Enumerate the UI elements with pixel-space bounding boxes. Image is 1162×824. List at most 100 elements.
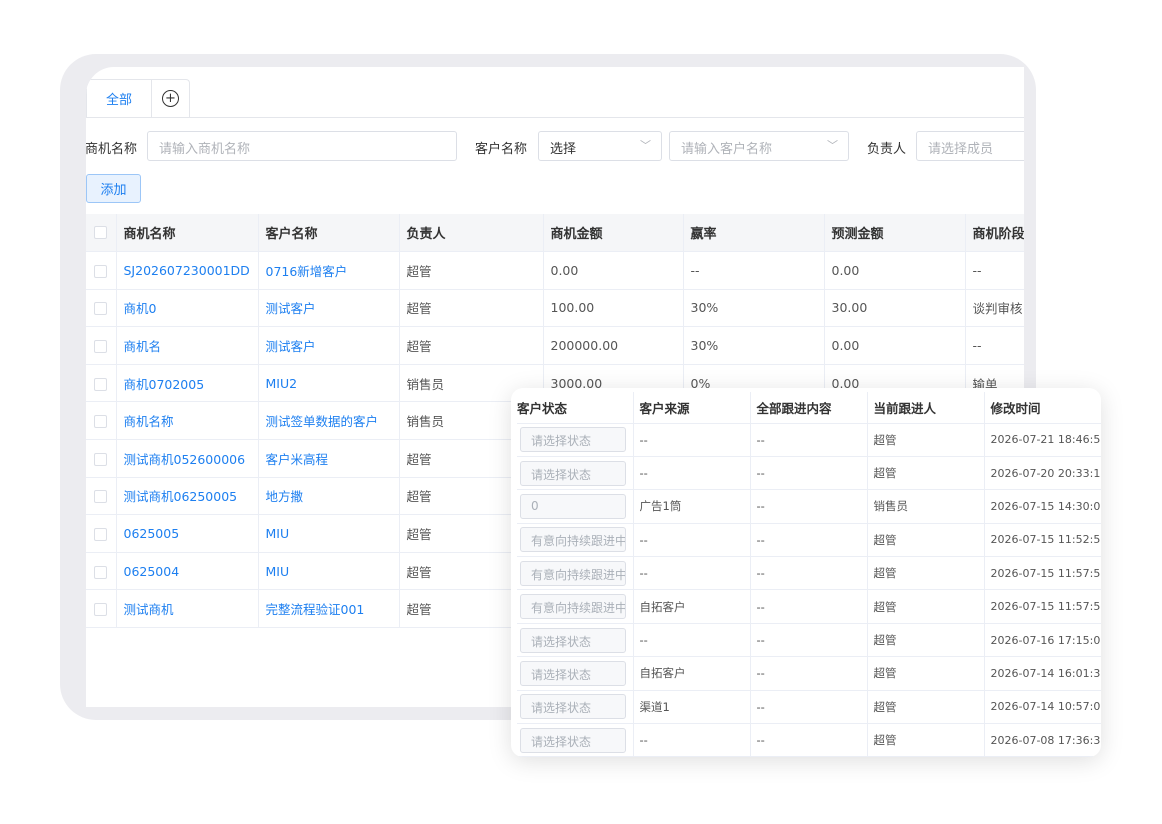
current-follower-cell: 超管 <box>867 423 985 457</box>
source-cell: 自拓客户 <box>633 589 751 624</box>
column-header: 当前跟进人 <box>867 392 985 424</box>
status-cell: 请选择状态 <box>517 623 634 658</box>
customer-name-link[interactable]: MIU <box>258 552 400 591</box>
owner-cell: 超管 <box>399 326 544 365</box>
add-tab-button[interactable]: + <box>152 79 190 117</box>
followup-content-cell: -- <box>750 423 868 457</box>
status-select[interactable]: 请选择状态 <box>520 627 626 653</box>
followup-content-cell: -- <box>750 556 868 591</box>
opp-name-link[interactable]: 0625005 <box>116 514 259 553</box>
table-row[interactable]: SJ202607230001DD 0716新增客户 超管 0.00 -- 0.00 -- <box>86 251 1024 290</box>
status-select[interactable]: 有意向持续跟进中 <box>520 527 626 553</box>
modified-time-cell: 2026-07-14 10:57:08 <box>984 690 1101 725</box>
modified-time-cell: 2026-07-15 11:57:55 <box>984 556 1101 591</box>
opp-name-link[interactable]: 测试商机06250005 <box>116 477 259 516</box>
customer-name-link[interactable]: 0716新增客户 <box>258 251 400 290</box>
customer-name-placeholder: 请输入客户名称 <box>681 142 773 157</box>
row-checkbox[interactable] <box>86 364 117 403</box>
customer-name-link[interactable]: 地方撒 <box>258 477 400 516</box>
tab-bar: 全部 + <box>86 79 190 117</box>
customer-name-link[interactable]: 客户米高程 <box>258 439 400 478</box>
opp-name-input[interactable]: 请输入商机名称 <box>147 131 457 161</box>
status-select[interactable]: 有意向持续跟进中 <box>520 560 626 586</box>
table-row: 有意向持续跟进中 自拓客户 -- 超管 2026-07-15 11:57:52 <box>517 589 1101 624</box>
customer-name-link[interactable]: 完整流程验证001 <box>258 589 400 629</box>
followup-content-cell: -- <box>750 489 868 524</box>
customer-name-link[interactable]: 测试客户 <box>258 289 400 328</box>
row-checkbox[interactable] <box>86 289 117 328</box>
current-follower-cell: 销售员 <box>867 489 985 524</box>
opp-name-link[interactable]: 商机0 <box>116 289 259 328</box>
status-cell: 请选择状态 <box>517 656 634 691</box>
customer-name-link[interactable]: 测试客户 <box>258 326 400 365</box>
row-checkbox[interactable] <box>86 477 117 516</box>
row-checkbox[interactable] <box>86 251 117 290</box>
amount-cell: 200000.00 <box>543 326 684 365</box>
status-select[interactable]: 请选择状态 <box>520 727 626 753</box>
opp-name-link[interactable]: 测试商机052600006 <box>116 439 259 478</box>
row-checkbox[interactable] <box>86 326 117 365</box>
modified-time-cell: 2026-07-15 11:57:52 <box>984 589 1101 624</box>
source-cell: -- <box>633 423 751 457</box>
opp-name-link[interactable]: 商机0702005 <box>116 364 259 403</box>
column-header: 负责人 <box>399 214 544 253</box>
modified-time-cell: 2026-07-21 18:46:57 <box>984 423 1101 457</box>
table-header-row: 客户状态 客户来源 全部跟进内容 当前跟进人 修改时间 <box>517 392 1101 424</box>
column-header: 商机金额 <box>543 214 684 253</box>
opp-name-link[interactable]: SJ202607230001DD <box>116 251 259 290</box>
modified-time-cell: 2026-07-15 14:30:02 <box>984 489 1101 524</box>
status-select[interactable]: 请选择状态 <box>520 460 626 486</box>
modified-time-cell: 2026-07-16 17:15:00 <box>984 623 1101 658</box>
status-select[interactable]: 请选择状态 <box>520 427 626 453</box>
status-select[interactable]: 请选择状态 <box>520 694 626 720</box>
opp-name-link[interactable]: 商机名称 <box>116 401 259 441</box>
row-checkbox[interactable] <box>86 401 117 441</box>
row-checkbox[interactable] <box>86 552 117 591</box>
current-follower-cell: 超管 <box>867 690 985 725</box>
followup-content-cell: -- <box>750 589 868 624</box>
followup-content-cell: -- <box>750 690 868 725</box>
modified-time-cell: 2026-07-08 17:36:38 <box>984 723 1101 757</box>
table-row: 请选择状态 自拓客户 -- 超管 2026-07-14 16:01:33 <box>517 656 1101 691</box>
select-all-checkbox[interactable] <box>86 214 117 253</box>
status-cell: 0 <box>517 489 634 524</box>
owner-select[interactable]: 请选择成员 <box>916 131 1024 161</box>
source-cell: -- <box>633 556 751 591</box>
followup-content-cell: -- <box>750 456 868 491</box>
table-row[interactable]: 商机0 测试客户 超管 100.00 30% 30.00 谈判审核 <box>86 289 1024 328</box>
row-checkbox[interactable] <box>86 589 117 629</box>
status-select[interactable]: 有意向持续跟进中 <box>520 594 626 620</box>
column-header: 客户状态 <box>517 392 634 424</box>
win-rate-cell: 30% <box>683 326 825 365</box>
customer-name-link[interactable]: MIU <box>258 514 400 553</box>
opp-name-link[interactable]: 0625004 <box>116 552 259 591</box>
current-follower-cell: 超管 <box>867 556 985 591</box>
amount-cell: 100.00 <box>543 289 684 328</box>
customer-name-link[interactable]: MIU2 <box>258 364 400 403</box>
status-select[interactable]: 0 <box>520 493 626 519</box>
opp-name-link[interactable]: 测试商机 <box>116 589 259 629</box>
customer-followup-table: 客户状态 客户来源 全部跟进内容 当前跟进人 修改时间 请选择状态 -- -- 超管 2… <box>517 392 1101 757</box>
tab-all[interactable]: 全部 <box>86 79 152 117</box>
followup-content-cell: -- <box>750 656 868 691</box>
row-checkbox[interactable] <box>86 514 117 553</box>
table-row: 请选择状态 -- -- 超管 2026-07-16 17:15:00 <box>517 623 1101 658</box>
owner-label: 负责人 <box>867 142 907 157</box>
row-checkbox[interactable] <box>86 439 117 478</box>
status-select[interactable]: 请选择状态 <box>520 660 626 686</box>
customer-name-link[interactable]: 测试签单数据的客户 <box>258 401 400 441</box>
table-row: 请选择状态 -- -- 超管 2026-07-08 17:36:38 <box>517 723 1101 757</box>
current-follower-cell: 超管 <box>867 523 985 558</box>
opp-name-link[interactable]: 商机名 <box>116 326 259 365</box>
table-row: 请选择状态 渠道1 -- 超管 2026-07-14 10:57:08 <box>517 690 1101 725</box>
customer-name-select[interactable]: 请输入客户名称 ﹀ <box>669 131 849 161</box>
customer-type-select[interactable]: 选择 ﹀ <box>538 131 662 161</box>
customer-name-label: 客户名称 <box>475 142 528 157</box>
source-cell: 渠道1 <box>633 690 751 725</box>
forecast-cell: 0.00 <box>824 251 966 290</box>
column-header: 预测金额 <box>824 214 966 253</box>
status-cell: 请选择状态 <box>517 423 634 457</box>
table-row[interactable]: 商机名 测试客户 超管 200000.00 30% 0.00 -- <box>86 326 1024 365</box>
add-button[interactable]: 添加 <box>86 174 141 203</box>
stage-cell: -- <box>965 251 1024 290</box>
